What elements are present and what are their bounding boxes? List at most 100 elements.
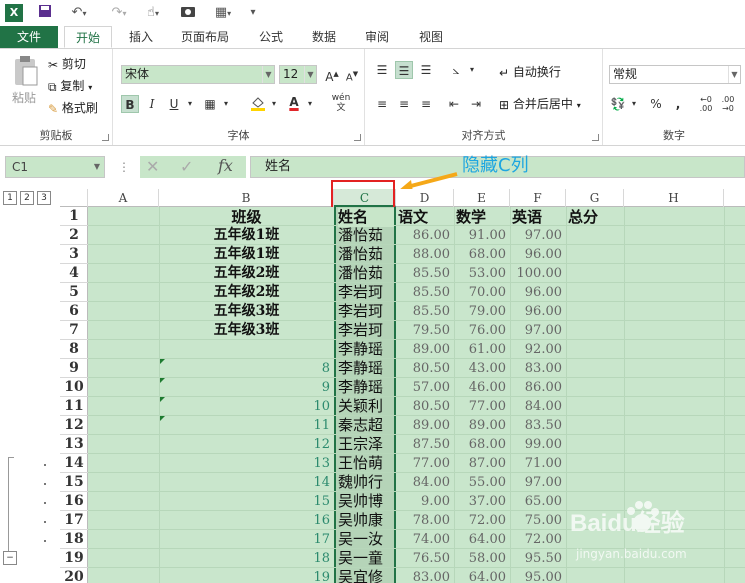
cell-math[interactable]: 64.00 — [454, 530, 506, 549]
cell-class[interactable]: 五年级1班 — [159, 226, 334, 245]
underline-dropdown-icon[interactable]: ▾ — [181, 95, 199, 113]
wrap-text-button[interactable]: ↵ 自动换行 — [499, 63, 561, 82]
orientation-dropdown-icon[interactable]: ▾ — [463, 61, 481, 79]
italic-icon[interactable]: I — [143, 95, 161, 113]
cell-english[interactable]: 100.00 — [510, 264, 563, 283]
cell-english[interactable]: 95.00 — [510, 568, 562, 583]
cell-chinese[interactable]: 77.00 — [396, 454, 450, 473]
cell-chinese[interactable]: 83.00 — [396, 568, 450, 583]
cell-chinese[interactable]: 76.50 — [396, 549, 450, 568]
cell-math[interactable]: 43.00 — [454, 359, 506, 378]
column-header-h[interactable]: H — [624, 189, 724, 207]
column-header-b[interactable]: B — [159, 189, 334, 207]
cell-class[interactable]: 19 — [159, 568, 330, 583]
middle-align-icon[interactable]: ☰ — [395, 61, 413, 79]
paste-button[interactable]: 粘贴 — [12, 89, 36, 107]
cell-name[interactable]: 李岩珂 — [338, 283, 394, 302]
cancel-icon[interactable]: ✕ — [146, 157, 159, 176]
cell-class[interactable]: 10 — [159, 397, 330, 416]
cell-chinese[interactable]: 78.00 — [396, 511, 450, 530]
cell-chinese[interactable]: 89.00 — [396, 416, 450, 435]
row-header[interactable]: 14 — [60, 454, 88, 473]
outline-collapse-button[interactable]: − — [3, 551, 17, 565]
cell-class[interactable]: 11 — [159, 416, 330, 435]
cell-chinese[interactable]: 87.50 — [396, 435, 450, 454]
font-launcher-icon[interactable] — [354, 134, 361, 141]
cell-name[interactable]: 李岩珂 — [338, 302, 394, 321]
cell-name[interactable]: 王怡萌 — [338, 454, 394, 473]
insert-function-icon[interactable]: fx — [218, 156, 233, 175]
row-header[interactable]: 13 — [60, 435, 88, 454]
cell-english[interactable]: 71.00 — [510, 454, 562, 473]
column-header-g[interactable]: G — [566, 189, 624, 207]
cell-name[interactable]: 李岩珂 — [338, 321, 394, 340]
cell-english[interactable]: 96.00 — [510, 302, 562, 321]
align-left-icon[interactable]: ≡ — [373, 95, 391, 113]
decrease-indent-icon[interactable]: ⇤ — [445, 95, 463, 113]
font-color-dropdown-icon[interactable]: ▾ — [301, 95, 319, 113]
cell-class[interactable]: 五年级2班 — [159, 264, 334, 283]
cell-math[interactable]: 77.00 — [454, 397, 506, 416]
cell-name[interactable]: 吴宜修 — [338, 568, 394, 583]
grow-font-icon[interactable]: A▲ — [323, 65, 341, 84]
row-header[interactable]: 10 — [60, 378, 88, 397]
column-header-e[interactable]: E — [454, 189, 510, 207]
cell-english[interactable]: 83.00 — [510, 359, 562, 378]
fill-color-dropdown-icon[interactable]: ▾ — [265, 95, 283, 113]
tab-home[interactable]: 开始 — [64, 26, 112, 48]
excel-logo-icon[interactable]: X — [5, 4, 23, 22]
cell-class[interactable]: 12 — [159, 435, 330, 454]
cell-name[interactable]: 关颖利 — [338, 397, 394, 416]
cell-math[interactable]: 76.00 — [454, 321, 506, 340]
cell-english[interactable]: 99.00 — [510, 435, 562, 454]
row-header[interactable]: 15 — [60, 473, 88, 492]
cell-name[interactable]: 潘怡茹 — [338, 264, 394, 283]
column-header-a[interactable]: A — [88, 189, 159, 207]
outline-level-3-button[interactable]: 3 — [37, 191, 51, 205]
cell-name[interactable]: 李静瑶 — [338, 378, 394, 397]
cell-name[interactable]: 吴帅康 — [338, 511, 394, 530]
cell-chinese[interactable]: 84.00 — [396, 473, 450, 492]
cell-math[interactable]: 72.00 — [454, 511, 506, 530]
cell-name[interactable]: 王宗泽 — [338, 435, 394, 454]
cell-math[interactable]: 37.00 — [454, 492, 506, 511]
cell-english[interactable]: 84.00 — [510, 397, 562, 416]
row-header[interactable]: 19 — [60, 549, 88, 568]
row-header[interactable]: 2 — [60, 226, 88, 245]
row-header[interactable]: 20 — [60, 568, 88, 583]
redo-icon[interactable]: ↷▾ — [104, 4, 134, 22]
alignment-launcher-icon[interactable] — [592, 134, 599, 141]
cell-math[interactable]: 89.00 — [454, 416, 506, 435]
camera-icon[interactable] — [178, 4, 198, 22]
tab-review[interactable]: 审阅 — [356, 26, 398, 48]
cell-math[interactable]: 64.00 — [454, 568, 506, 583]
cell-math[interactable]: 55.00 — [454, 473, 506, 492]
tab-page-layout[interactable]: 页面布局 — [172, 26, 238, 48]
column-header-f[interactable]: F — [510, 189, 566, 207]
formula-bar-options-icon[interactable]: ⋮ — [118, 160, 130, 174]
cut-button[interactable]: ✂ 剪切 — [48, 55, 86, 74]
cell-english[interactable]: 75.00 — [510, 511, 562, 530]
cell-chinese[interactable]: 57.00 — [396, 378, 450, 397]
cell-english[interactable]: 97.00 — [510, 321, 562, 340]
cell-name[interactable]: 潘怡茹 — [338, 245, 394, 264]
increase-indent-icon[interactable]: ⇥ — [467, 95, 485, 113]
undo-icon[interactable]: ↶▾ — [64, 4, 94, 22]
align-center-icon[interactable]: ≡ — [395, 95, 413, 113]
cell-english[interactable]: 96.00 — [510, 283, 562, 302]
cell-math[interactable]: 79.00 — [454, 302, 506, 321]
select-all-corner[interactable] — [60, 189, 88, 207]
tab-insert[interactable]: 插入 — [118, 26, 164, 48]
cell-english[interactable]: 97.00 — [510, 226, 562, 245]
enter-icon[interactable]: ✓ — [180, 157, 193, 176]
cell-name[interactable]: 李静瑶 — [338, 340, 394, 359]
cell-class[interactable]: 五年级3班 — [159, 302, 334, 321]
cell-class[interactable]: 18 — [159, 549, 330, 568]
cell-chinese[interactable]: 79.50 — [396, 321, 450, 340]
cell-english[interactable]: 86.00 — [510, 378, 562, 397]
border-dropdown-icon[interactable]: ▾ — [217, 95, 235, 113]
cell-name[interactable]: 秦志超 — [338, 416, 394, 435]
decrease-decimal-icon[interactable]: .00 →0 — [719, 95, 737, 113]
cell-chinese[interactable]: 85.50 — [396, 264, 450, 283]
cell-chinese[interactable]: 80.50 — [396, 359, 450, 378]
